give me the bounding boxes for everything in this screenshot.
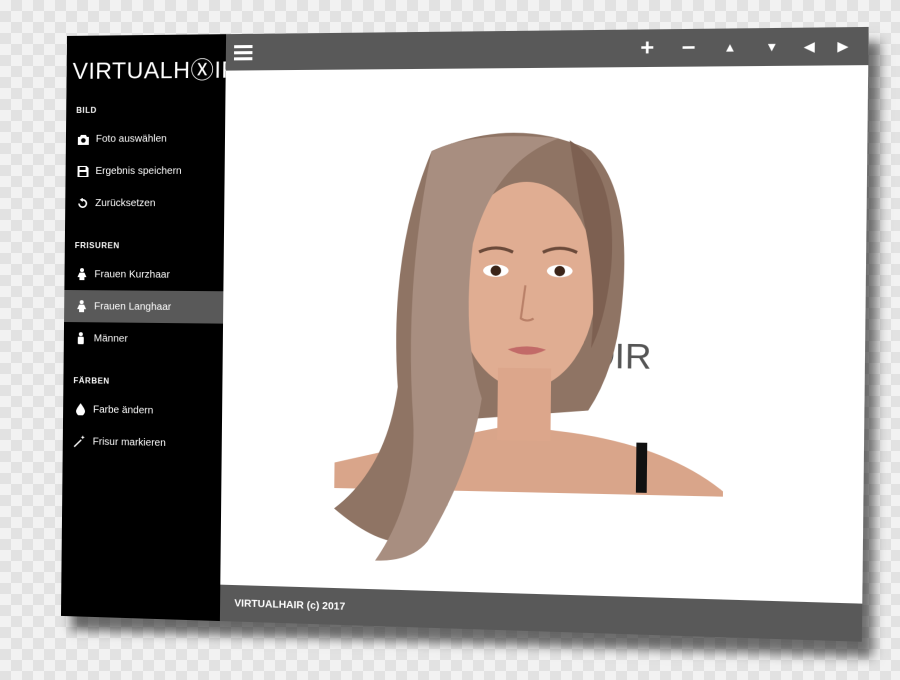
section-title-bild: BILD — [76, 105, 97, 115]
male-icon — [74, 332, 88, 344]
sidebar-item-frauen-langhaar[interactable]: Frauen Langhaar — [64, 290, 224, 324]
sidebar-item-label: Zurücksetzen — [95, 197, 156, 209]
sidebar-item-maenner[interactable]: Männer — [64, 322, 223, 356]
sidebar-item-frisur-markieren[interactable]: Frisur markieren — [63, 425, 222, 460]
sidebar-item-label: Farbe ändern — [92, 403, 154, 417]
save-icon — [76, 165, 90, 177]
zoom-out-icon[interactable]: − — [674, 34, 703, 62]
sidebar-item-label: Männer — [93, 332, 128, 345]
female-icon — [74, 268, 88, 280]
magic-wand-icon — [73, 435, 87, 447]
footer-copyright: VIRTUALHAIR (c) 2017 — [234, 597, 346, 613]
sidebar-item-ergebnis-speichern[interactable]: Ergebnis speichern — [65, 155, 224, 187]
female-icon — [74, 300, 88, 312]
app-window: VIRTUALHⓍIR BILD Foto auswählen Ergebnis… — [60, 26, 869, 642]
sidebar-item-foto-auswaehlen[interactable]: Foto auswählen — [66, 122, 225, 155]
undo-icon — [75, 197, 89, 209]
neck-shape — [497, 367, 552, 441]
top-toolbar: + − ▲ ▼ ◀ ▶ — [225, 26, 869, 71]
sidebar-item-label: Ergebnis speichern — [95, 165, 182, 177]
hamburger-icon[interactable] — [233, 41, 253, 62]
sidebar-item-label: Frauen Langhaar — [94, 300, 172, 313]
sidebar-item-label: Foto auswählen — [95, 133, 167, 145]
sidebar: VIRTUALHⓍIR BILD Foto auswählen Ergebnis… — [60, 34, 239, 622]
sidebar-item-frauen-kurzhaar[interactable]: Frauen Kurzhaar — [64, 258, 223, 291]
sidebar-item-label: Frauen Kurzhaar — [94, 268, 170, 281]
sidebar-item-farbe-aendern[interactable]: Farbe ändern — [63, 393, 222, 428]
sidebar-item-label: Frisur markieren — [92, 436, 166, 449]
zoom-in-icon[interactable]: + — [633, 34, 661, 61]
editor-canvas[interactable]: ⓍIR — [220, 65, 869, 604]
strap-shape — [635, 442, 648, 493]
sidebar-item-zuruecksetzen[interactable]: Zurücksetzen — [65, 187, 224, 219]
move-up-icon[interactable]: ▲ — [716, 40, 745, 55]
section-title-frisuren: FRISUREN — [74, 241, 120, 251]
move-down-icon[interactable]: ▼ — [757, 39, 786, 55]
drop-icon — [73, 403, 87, 416]
section-title-faerben: FÄRBEN — [73, 376, 110, 386]
camera-icon — [76, 133, 90, 145]
toolbar-buttons: + − ▲ ▼ ◀ ▶ — [633, 32, 869, 62]
app-logo: VIRTUALHⓍIR — [72, 56, 239, 84]
portrait-photo — [333, 132, 724, 566]
move-left-icon[interactable]: ◀ — [799, 39, 819, 54]
move-right-icon[interactable]: ▶ — [833, 39, 853, 54]
